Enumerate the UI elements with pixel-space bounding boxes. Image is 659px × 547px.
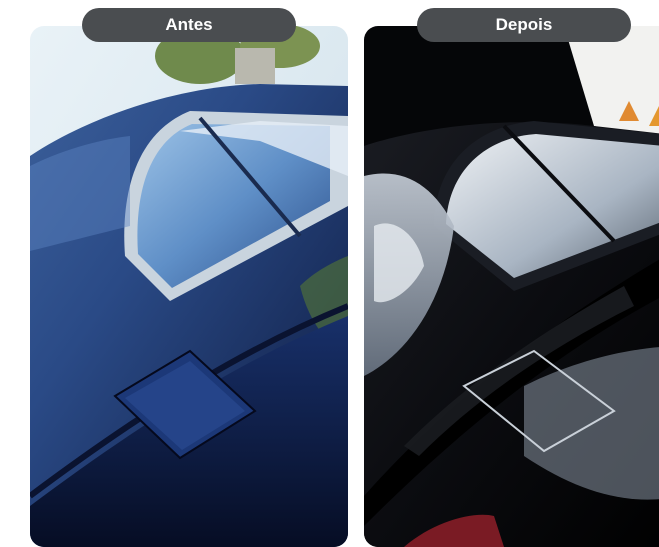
before-label: Antes: [82, 8, 296, 42]
after-photo: [364, 26, 659, 547]
before-after-comparison: Antes Depois: [0, 0, 659, 547]
after-label: Depois: [417, 8, 631, 42]
before-car-image: [30, 26, 348, 547]
before-photo: [30, 26, 348, 547]
after-car-image: [364, 26, 659, 547]
